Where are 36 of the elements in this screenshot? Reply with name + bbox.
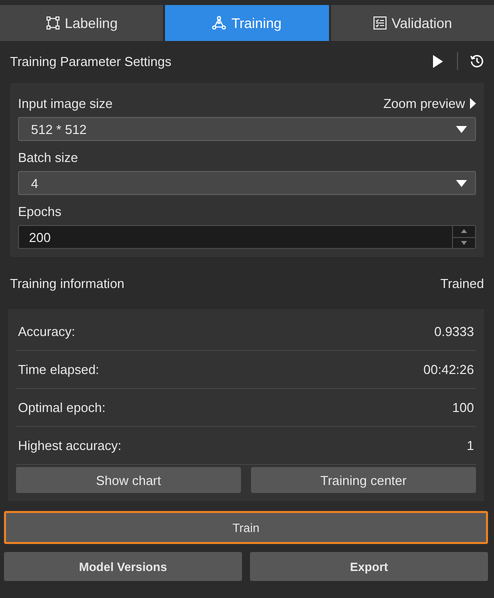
number-field[interactable]: 200 <box>18 225 476 249</box>
down-arrow-icon[interactable] <box>461 240 467 245</box>
info-value: 100 <box>452 400 474 415</box>
history-icon[interactable] <box>470 54 484 68</box>
field-label: Batch size <box>18 150 79 164</box>
field-label: Input image size <box>18 96 114 110</box>
bounding-box-icon <box>46 16 60 30</box>
train-button[interactable]: Train <box>4 511 488 544</box>
field-label: Epochs <box>18 204 62 218</box>
info-label: Time elapsed: <box>18 362 100 377</box>
info-label: Accuracy: <box>18 324 76 339</box>
action-button[interactable]: Training center <box>251 467 476 493</box>
caret-icon <box>456 126 467 132</box>
status-text: Trained <box>440 276 484 290</box>
network-icon <box>212 16 226 30</box>
info-value: 0.9333 <box>434 324 474 339</box>
action-button[interactable]: Show chart <box>16 467 241 493</box>
info-label: Optimal epoch: <box>18 400 106 415</box>
dropdown[interactable]: 4 <box>18 171 476 195</box>
up-arrow-icon[interactable] <box>461 229 467 234</box>
info-label: Highest accuracy: <box>18 438 122 453</box>
checklist-icon <box>372 16 387 30</box>
action-button[interactable]: Export <box>250 552 488 581</box>
section-title: Training Parameter Settings <box>10 54 172 68</box>
tab[interactable]: Labeling <box>0 5 164 41</box>
tab[interactable]: Training <box>165 5 329 41</box>
dropdown[interactable]: 512 * 512 <box>18 117 476 141</box>
section-title: Training information <box>10 276 126 290</box>
play-icon[interactable] <box>433 54 443 68</box>
action-button[interactable]: Model Versions <box>4 552 242 581</box>
play-icon <box>470 98 476 108</box>
info-value: 1 <box>466 438 474 453</box>
caret-icon <box>456 180 467 186</box>
zoom-preview-link[interactable]: Zoom preview <box>383 96 476 110</box>
info-value: 00:42:26 <box>423 362 474 377</box>
tab[interactable]: Validation <box>330 5 494 41</box>
